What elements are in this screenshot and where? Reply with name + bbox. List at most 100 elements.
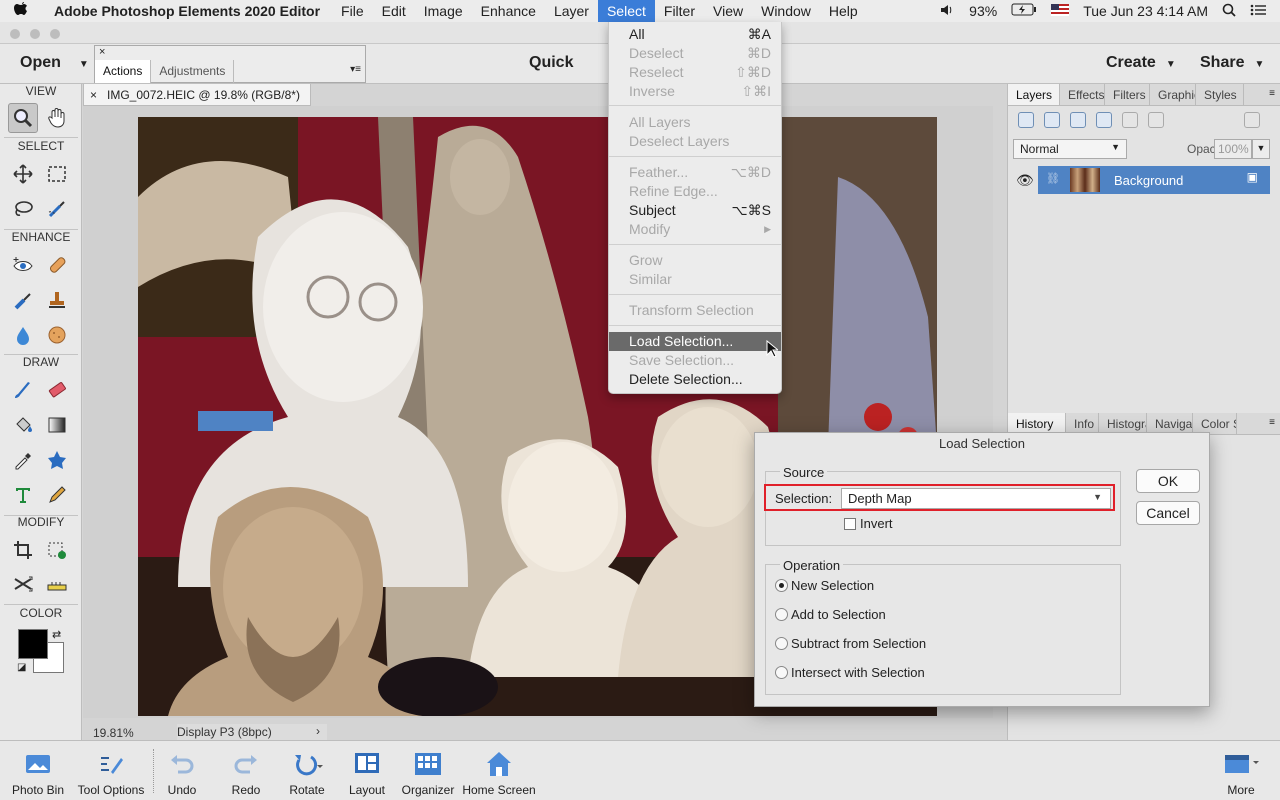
crop-tool-icon[interactable]	[8, 535, 38, 565]
custom-shape-tool-icon[interactable]	[42, 445, 72, 475]
chevron-right-icon[interactable]: ›	[316, 724, 320, 738]
hand-tool-icon[interactable]	[42, 103, 72, 133]
lock-transparency-icon[interactable]	[1148, 112, 1164, 128]
flag-icon[interactable]	[1051, 3, 1070, 19]
tab-filters[interactable]: Filters	[1105, 84, 1150, 105]
add-mask-icon[interactable]	[1096, 112, 1112, 128]
more-button[interactable]: More	[1220, 749, 1262, 797]
selection-source-dropdown[interactable]: Depth Map ▼	[841, 488, 1111, 509]
undo-button[interactable]: Undo	[160, 749, 204, 797]
tool-options-button[interactable]: Tool Options	[73, 749, 149, 797]
type-tool-icon[interactable]	[8, 480, 38, 510]
history-state-selected[interactable]	[198, 411, 273, 431]
spot-healing-tool-icon[interactable]	[42, 250, 72, 280]
open-button[interactable]: Open ▼	[20, 54, 89, 72]
paint-bucket-tool-icon[interactable]	[8, 410, 38, 440]
menu-select[interactable]: Select	[597, 0, 655, 22]
marquee-tool-icon[interactable]	[42, 159, 72, 189]
layer-row-background[interactable]: ⛓ Background ▣	[1038, 166, 1270, 194]
tab-graphics[interactable]: Graphics	[1150, 84, 1196, 105]
home-screen-button[interactable]: Home Screen	[460, 749, 538, 797]
recompose-tool-icon[interactable]	[42, 535, 72, 565]
foreground-color-swatch[interactable]	[18, 629, 48, 659]
radio-new-selection[interactable]	[775, 579, 788, 592]
menu-filter[interactable]: Filter	[655, 0, 704, 22]
tab-histogram[interactable]: Histogram	[1099, 413, 1147, 434]
eraser-tool-icon[interactable]	[42, 375, 72, 405]
tab-color-swatches[interactable]: Color S	[1193, 413, 1237, 434]
panel-menu-icon[interactable]: ≡	[1269, 88, 1275, 99]
opacity-field[interactable]: 100%	[1214, 139, 1252, 159]
menu-item-delete-selection[interactable]: Delete Selection...	[609, 370, 781, 389]
menu-enhance[interactable]: Enhance	[472, 0, 545, 22]
menu-window[interactable]: Window	[752, 0, 820, 22]
menu-view[interactable]: View	[704, 0, 752, 22]
trash-icon[interactable]	[1244, 112, 1260, 128]
straighten-tool-icon[interactable]	[42, 569, 72, 599]
tab-info[interactable]: Info	[1066, 413, 1099, 434]
swap-colors-icon[interactable]: ⇄	[52, 628, 61, 641]
menu-edit[interactable]: Edit	[373, 0, 415, 22]
create-button[interactable]: Create ▼	[1106, 54, 1176, 72]
tab-adjustments[interactable]: Adjustments	[151, 60, 235, 83]
layer-lock-icon[interactable]: ▣	[1247, 170, 1258, 184]
clock[interactable]: Tue Jun 23 4:14 AM	[1083, 3, 1208, 19]
menu-image[interactable]: Image	[415, 0, 472, 22]
volume-icon[interactable]	[939, 3, 955, 20]
lock-icon[interactable]	[1122, 112, 1138, 128]
zoom-level[interactable]: 19.81%	[93, 726, 134, 740]
menu-item-load-selection[interactable]: Load Selection...	[609, 332, 781, 351]
panel-menu-icon[interactable]: ▾≡	[350, 64, 361, 75]
clone-stamp-tool-icon[interactable]	[42, 285, 72, 315]
menu-file[interactable]: File	[332, 0, 373, 22]
tab-history[interactable]: History	[1008, 413, 1066, 434]
tab-layers[interactable]: Layers	[1008, 84, 1060, 105]
blend-mode-select[interactable]: Normal ▼	[1013, 139, 1127, 159]
organizer-button[interactable]: Organizer	[399, 749, 457, 797]
new-group-icon[interactable]	[1044, 112, 1060, 128]
visibility-eye-icon[interactable]: 👁	[1016, 172, 1034, 189]
share-button[interactable]: Share ▼	[1200, 54, 1264, 72]
notification-center-icon[interactable]	[1250, 3, 1266, 19]
menu-help[interactable]: Help	[820, 0, 867, 22]
close-panel-button[interactable]: ×	[99, 46, 105, 58]
default-colors-icon[interactable]: ◪	[17, 662, 26, 673]
eyedropper-tool-icon[interactable]	[8, 445, 38, 475]
menu-item-all[interactable]: All ⌘A	[609, 25, 781, 44]
quick-selection-tool-icon[interactable]	[42, 194, 72, 224]
smart-brush-tool-icon[interactable]	[8, 285, 38, 315]
zoom-window-button[interactable]	[50, 29, 60, 39]
brush-tool-icon[interactable]	[8, 375, 38, 405]
chevron-down-icon[interactable]: ▼	[1252, 139, 1270, 159]
minimize-window-button[interactable]	[30, 29, 40, 39]
gradient-tool-icon[interactable]	[42, 410, 72, 440]
sponge-tool-icon[interactable]	[42, 320, 72, 350]
new-fill-layer-icon[interactable]	[1070, 112, 1086, 128]
new-layer-icon[interactable]	[1018, 112, 1034, 128]
lasso-tool-icon[interactable]	[8, 194, 38, 224]
content-aware-move-tool-icon[interactable]	[8, 569, 38, 599]
spotlight-icon[interactable]	[1222, 3, 1236, 20]
cancel-button[interactable]: Cancel	[1136, 501, 1200, 525]
panel-menu-icon[interactable]: ≡	[1269, 417, 1275, 428]
red-eye-tool-icon[interactable]	[8, 250, 38, 280]
pencil-tool-icon[interactable]	[42, 480, 72, 510]
ok-button[interactable]: OK	[1136, 469, 1200, 493]
invert-checkbox[interactable]	[844, 518, 856, 530]
close-window-button[interactable]	[10, 29, 20, 39]
tab-effects[interactable]: Effects	[1060, 84, 1105, 105]
quick-mode-tab[interactable]: Quick	[529, 54, 573, 72]
app-name[interactable]: Adobe Photoshop Elements 2020 Editor	[42, 3, 332, 19]
rotate-button[interactable]: Rotate	[284, 749, 330, 797]
zoom-tool-icon[interactable]	[8, 103, 38, 133]
tab-actions[interactable]: Actions	[95, 60, 152, 83]
tab-styles[interactable]: Styles	[1196, 84, 1244, 105]
radio-subtract-from-selection[interactable]	[775, 637, 788, 650]
radio-intersect-with-selection[interactable]	[775, 666, 788, 679]
photo-bin-button[interactable]: Photo Bin	[8, 749, 68, 797]
blur-tool-icon[interactable]	[8, 320, 38, 350]
document-tab[interactable]: × IMG_0072.HEIC @ 19.8% (RGB/8*)	[83, 84, 311, 106]
radio-add-to-selection[interactable]	[775, 608, 788, 621]
battery-icon[interactable]	[1011, 3, 1037, 19]
move-tool-icon[interactable]	[8, 159, 38, 189]
